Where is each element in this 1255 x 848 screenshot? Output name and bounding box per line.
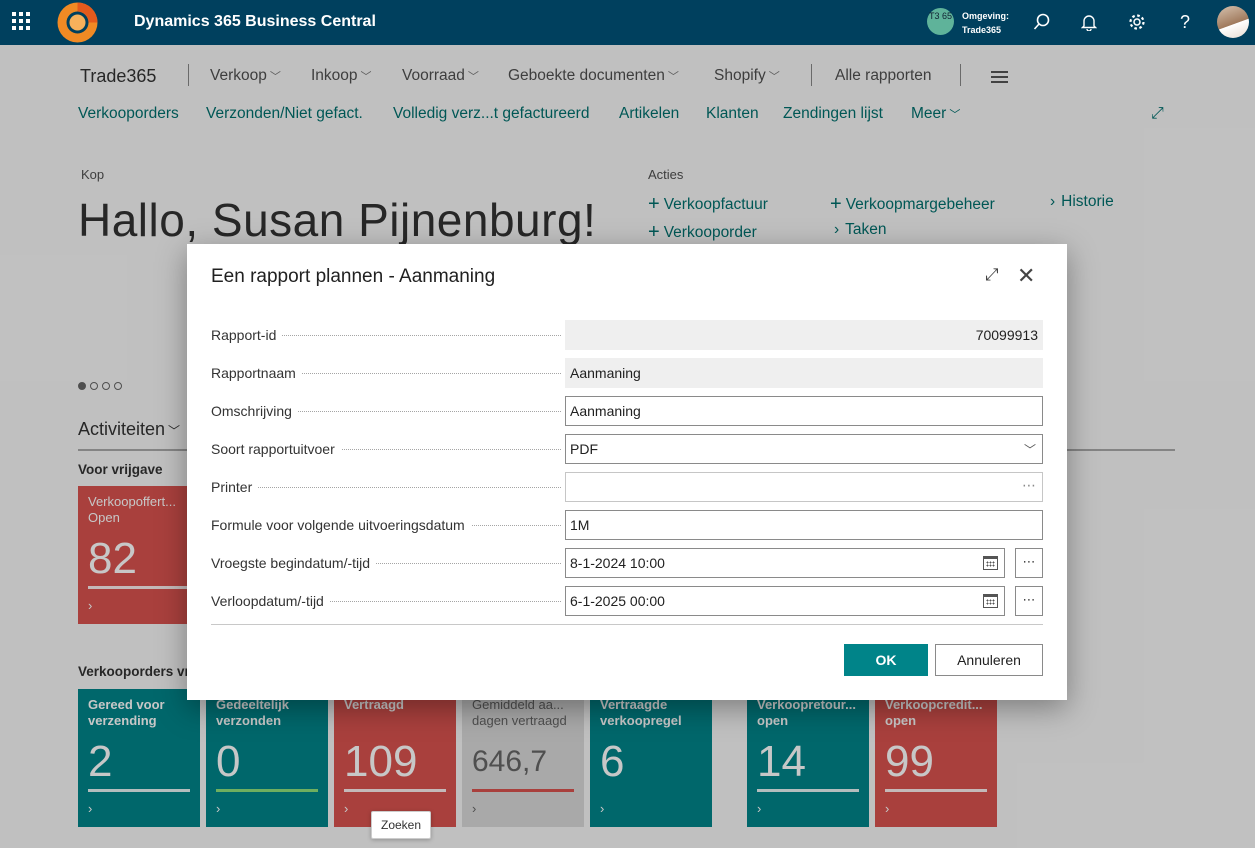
dialog-divider	[211, 624, 1043, 625]
field-label: Verloopdatum/-tijd	[211, 593, 330, 609]
environment-label: Omgeving: Trade365	[962, 9, 1009, 37]
verloopdatum-value: 6-1-2025 00:00	[570, 593, 665, 609]
app-launcher-icon[interactable]	[12, 12, 30, 30]
avatar[interactable]	[1217, 6, 1249, 38]
field-rapport-id: Rapport-id 70099913	[211, 320, 1043, 350]
help-icon[interactable]: ?	[1173, 10, 1197, 34]
vroegste-begindatum-input[interactable]: 8-1-2024 10:00	[565, 548, 1005, 578]
field-label: Omschrijving	[211, 403, 298, 419]
schedule-report-dialog: Een rapport plannen - Aanmaning ⤢ ✕ Rapp…	[187, 244, 1067, 700]
calendar-icon[interactable]	[983, 594, 998, 608]
field-label: Printer	[211, 479, 259, 495]
more-options-icon[interactable]: ⋯	[1022, 477, 1036, 494]
field-verloopdatum: Verloopdatum/-tijd 6-1-2025 00:00 ⋯	[211, 586, 1043, 616]
field-soort-rapportuitvoer: Soort rapportuitvoer PDF ﹀	[211, 434, 1043, 464]
field-label: Vroegste begindatum/-tijd	[211, 555, 377, 571]
field-label: Soort rapportuitvoer	[211, 441, 341, 457]
tooltip: Zoeken	[371, 811, 432, 839]
soort-rapportuitvoer-select[interactable]: PDF ﹀	[565, 434, 1043, 464]
expand-icon[interactable]: ⤢	[985, 265, 999, 285]
cancel-button[interactable]: Annuleren	[935, 644, 1043, 676]
environment-label-name: Trade365	[962, 25, 1002, 35]
bell-icon[interactable]	[1077, 10, 1101, 34]
field-vroegste-begindatum: Vroegste begindatum/-tijd 8-1-2024 10:00…	[211, 548, 1043, 578]
vroegste-begindatum-more-button[interactable]: ⋯	[1015, 548, 1043, 578]
field-omschrijving: Omschrijving Aanmaning	[211, 396, 1043, 426]
field-rapportnaam: Rapportnaam Aanmaning	[211, 358, 1043, 388]
field-label: Rapportnaam	[211, 365, 302, 381]
omschrijving-input[interactable]: Aanmaning	[565, 396, 1043, 426]
chevron-down-icon: ﹀	[1023, 443, 1036, 457]
gear-icon[interactable]	[1125, 10, 1149, 34]
vroegste-begindatum-value: 8-1-2024 10:00	[570, 555, 665, 571]
printer-input[interactable]: ⋯	[565, 472, 1043, 502]
field-label: Rapport-id	[211, 327, 283, 343]
field-label: Formule voor volgende uitvoeringsdatum	[211, 517, 471, 533]
rapportnaam-value: Aanmaning	[565, 358, 1043, 388]
dynamics-logo-icon[interactable]	[55, 0, 100, 45]
verloopdatum-more-button[interactable]: ⋯	[1015, 586, 1043, 616]
calendar-icon[interactable]	[983, 556, 998, 570]
environment-badge: T3 65	[927, 8, 954, 35]
environment-label-title: Omgeving:	[962, 11, 1010, 21]
rapport-id-value: 70099913	[565, 320, 1043, 350]
top-bar: Dynamics 365 Business Central T3 65 Omge…	[0, 0, 1255, 45]
app-name: Dynamics 365 Business Central	[134, 13, 376, 30]
search-icon[interactable]	[1030, 10, 1054, 34]
dialog-title: Een rapport plannen - Aanmaning	[211, 266, 496, 287]
field-leader-dots	[211, 487, 561, 488]
ok-button[interactable]: OK	[844, 644, 928, 676]
formule-input[interactable]: 1M	[565, 510, 1043, 540]
close-icon[interactable]: ✕	[1017, 263, 1035, 289]
field-formule: Formule voor volgende uitvoeringsdatum 1…	[211, 510, 1043, 540]
verloopdatum-input[interactable]: 6-1-2025 00:00	[565, 586, 1005, 616]
field-printer: Printer ⋯	[211, 472, 1043, 502]
soort-rapportuitvoer-value: PDF	[570, 441, 598, 457]
